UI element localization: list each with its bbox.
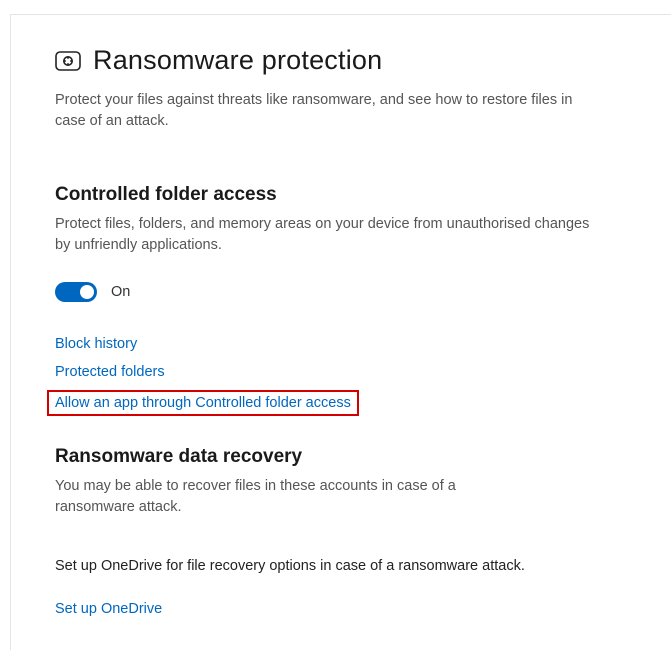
page-description: Protect your files against threats like …	[55, 90, 575, 132]
recovery-description: You may be able to recover files in thes…	[55, 476, 535, 518]
recovery-title: Ransomware data recovery	[55, 446, 627, 468]
protected-folders-link[interactable]: Protected folders	[55, 364, 165, 380]
cfa-toggle[interactable]	[55, 282, 97, 302]
cfa-title: Controlled folder access	[55, 184, 627, 206]
ransomware-protection-icon	[55, 49, 81, 73]
cfa-links: Block history Protected folders Allow an…	[55, 336, 627, 416]
toggle-knob	[80, 285, 94, 299]
allow-app-highlight: Allow an app through Controlled folder a…	[47, 390, 359, 416]
page-header: Ransomware protection	[55, 45, 627, 76]
cfa-toggle-label: On	[111, 284, 130, 300]
setup-onedrive-link[interactable]: Set up OneDrive	[55, 601, 162, 617]
block-history-link[interactable]: Block history	[55, 336, 137, 352]
ransomware-protection-page: Ransomware protection Protect your files…	[10, 14, 671, 650]
allow-app-link[interactable]: Allow an app through Controlled folder a…	[55, 395, 351, 411]
controlled-folder-access-section: Controlled folder access Protect files, …	[55, 184, 627, 416]
cfa-toggle-row: On	[55, 282, 627, 302]
ransomware-recovery-section: Ransomware data recovery You may be able…	[55, 446, 627, 618]
cfa-description: Protect files, folders, and memory areas…	[55, 214, 605, 256]
onedrive-prompt: Set up OneDrive for file recovery option…	[55, 558, 627, 574]
page-title: Ransomware protection	[93, 45, 382, 76]
